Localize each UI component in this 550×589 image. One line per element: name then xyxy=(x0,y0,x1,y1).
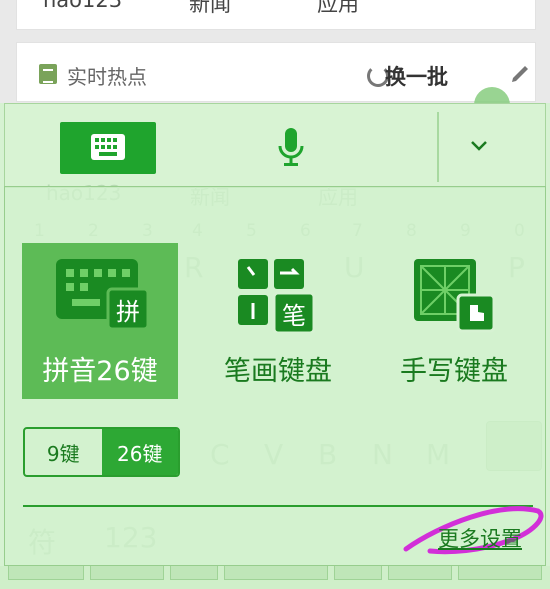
more-settings-link[interactable]: 更多设置 xyxy=(438,523,522,553)
app-tab-bar: hao123 新闻 应用 xyxy=(16,0,536,30)
layout-26-key-option[interactable]: 26键 xyxy=(101,429,178,475)
pinyin-badge: 拼 xyxy=(116,298,140,326)
stroke-badge: 笔 xyxy=(282,302,306,330)
mode-label: 手写键盘 xyxy=(400,356,508,387)
microphone-icon[interactable] xyxy=(278,128,304,168)
toolbar-separator xyxy=(437,112,439,182)
layout-toggle: 9键 26键 xyxy=(23,427,180,477)
keyboard-icon xyxy=(91,134,125,160)
document-icon xyxy=(39,64,57,84)
keyboard-mode-panel: 拼 拼音26键 笔 笔画键盘 手写键盘 9键 26键 更多设置 xyxy=(4,186,546,566)
tab-news[interactable]: 新闻 xyxy=(189,0,231,18)
pinyin-keyboard-icon: 拼 xyxy=(56,259,148,329)
mode-handwriting[interactable]: 手写键盘 xyxy=(376,243,532,399)
keyboard-toolbar xyxy=(4,103,546,188)
keyboard-switch-button[interactable] xyxy=(60,122,156,174)
chevron-down-icon[interactable] xyxy=(470,140,488,152)
mode-label: 笔画键盘 xyxy=(224,356,332,387)
edit-icon[interactable] xyxy=(509,61,533,85)
tab-apps[interactable]: 应用 xyxy=(317,0,359,18)
stroke-keyboard-icon: 笔 xyxy=(238,259,316,333)
mode-pinyin-26[interactable]: 拼 拼音26键 xyxy=(22,243,178,399)
refresh-button[interactable]: 换一批 xyxy=(385,61,448,91)
keyboard-bottom-edge xyxy=(0,566,550,589)
layout-9-key-option[interactable]: 9键 xyxy=(25,429,102,475)
tab-hao123[interactable]: hao123 xyxy=(43,0,122,12)
mode-stroke[interactable]: 笔 笔画键盘 xyxy=(200,243,356,399)
mode-label: 拼音26键 xyxy=(42,356,158,387)
hot-topics-title: 实时热点 xyxy=(67,65,147,89)
handwriting-keyboard-icon xyxy=(414,259,496,333)
